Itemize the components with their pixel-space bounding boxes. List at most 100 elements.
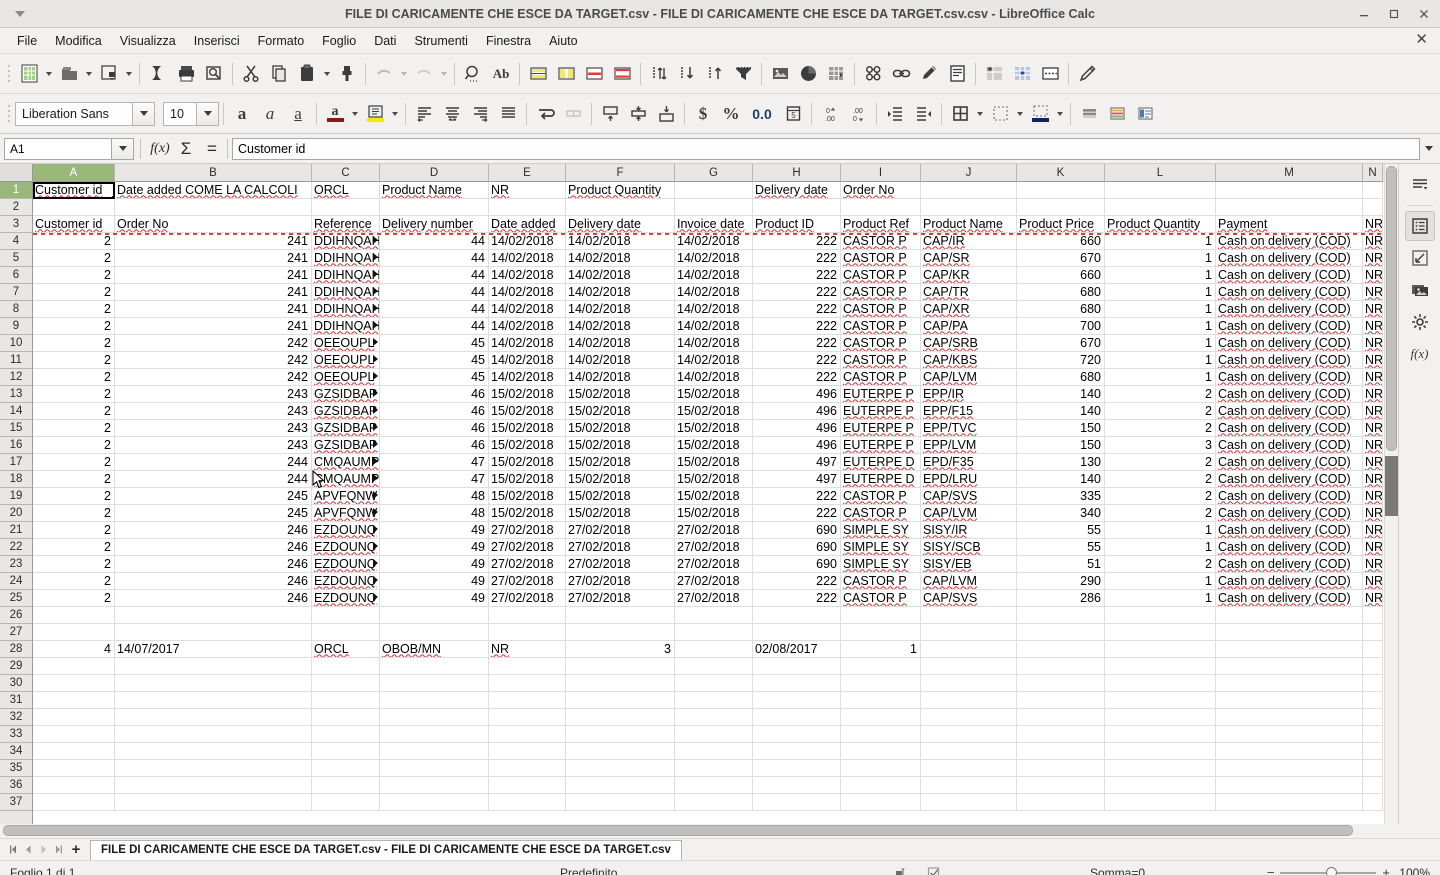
cell-J15[interactable]: EPP/TVC — [921, 420, 1017, 437]
horizontal-scrollbar-thumb[interactable] — [3, 825, 1353, 836]
cell-M32[interactable] — [1216, 709, 1363, 726]
cell-A15[interactable]: 2 — [33, 420, 115, 437]
cell-J10[interactable]: CAP/SRB — [921, 335, 1017, 352]
cell-A2[interactable] — [33, 199, 115, 216]
table-row[interactable] — [33, 624, 1384, 641]
cell-B26[interactable] — [115, 607, 312, 624]
cell-D9[interactable]: 44 — [380, 318, 489, 335]
cell-N23[interactable]: NR — [1363, 556, 1383, 573]
zoom-out-button[interactable]: − — [1267, 865, 1275, 875]
cell-A36[interactable] — [33, 777, 115, 794]
cell-M5[interactable]: Cash on delivery (COD) — [1216, 250, 1363, 267]
selection-mode-icon[interactable] — [893, 866, 909, 875]
cell-H26[interactable] — [753, 607, 841, 624]
cell-B8[interactable]: 241 — [115, 301, 312, 318]
cell-E14[interactable]: 15/02/2018 — [489, 403, 566, 420]
cell-H14[interactable]: 496 — [753, 403, 841, 420]
cell-I11[interactable]: CASTOR P — [841, 352, 921, 369]
cell-I19[interactable]: CASTOR P — [841, 488, 921, 505]
cell-N30[interactable] — [1363, 675, 1383, 692]
cell-A13[interactable]: 2 — [33, 386, 115, 403]
font-color-dropdown[interactable] — [349, 100, 361, 128]
column-header-k[interactable]: K — [1017, 164, 1105, 182]
cell-C34[interactable] — [312, 743, 380, 760]
cell-K22[interactable]: 55 — [1017, 539, 1105, 556]
cell-B27[interactable] — [115, 624, 312, 641]
cell-B32[interactable] — [115, 709, 312, 726]
cell-B34[interactable] — [115, 743, 312, 760]
cell-E15[interactable]: 15/02/2018 — [489, 420, 566, 437]
font-size-dropdown-arrow[interactable] — [197, 101, 219, 126]
cell-K34[interactable] — [1017, 743, 1105, 760]
cut-icon[interactable] — [237, 60, 265, 88]
cell-M20[interactable]: Cash on delivery (COD) — [1216, 505, 1363, 522]
cell-D1[interactable]: Product Name — [380, 182, 489, 199]
cell-G35[interactable] — [675, 760, 753, 777]
cell-E3[interactable]: Date added — [489, 216, 566, 233]
cell-H13[interactable]: 496 — [753, 386, 841, 403]
cell-G34[interactable] — [675, 743, 753, 760]
zoom-slider-knob[interactable] — [1325, 867, 1337, 875]
cell-E24[interactable]: 27/02/2018 — [489, 573, 566, 590]
border-style-dropdown[interactable] — [1014, 100, 1026, 128]
cell-L23[interactable]: 2 — [1105, 556, 1216, 573]
cell-J37[interactable] — [921, 794, 1017, 811]
open-file-icon[interactable] — [55, 60, 83, 88]
cell-L9[interactable]: 1 — [1105, 318, 1216, 335]
cell-M37[interactable] — [1216, 794, 1363, 811]
cell-G20[interactable]: 15/02/2018 — [675, 505, 753, 522]
cell-H27[interactable] — [753, 624, 841, 641]
cell-N20[interactable]: NR — [1363, 505, 1383, 522]
table-row[interactable]: 2 243 GZSIDBAP 46 15/02/2018 15/02/2018 15/02/… — [33, 437, 1384, 454]
cell-M34[interactable] — [1216, 743, 1363, 760]
center-vertically-icon[interactable] — [624, 100, 652, 128]
cell-E28[interactable]: NR — [489, 641, 566, 658]
row-header-37[interactable]: 37 — [0, 794, 32, 811]
cell-M2[interactable] — [1216, 199, 1363, 216]
cell-B30[interactable] — [115, 675, 312, 692]
cell-C37[interactable] — [312, 794, 380, 811]
cell-G19[interactable]: 15/02/2018 — [675, 488, 753, 505]
increase-indent-icon[interactable] — [881, 100, 909, 128]
cell-M14[interactable]: Cash on delivery (COD) — [1216, 403, 1363, 420]
cell-F20[interactable]: 15/02/2018 — [566, 505, 675, 522]
cell-D18[interactable]: 47 — [380, 471, 489, 488]
cell-I21[interactable]: SIMPLE SY — [841, 522, 921, 539]
cell-M36[interactable] — [1216, 777, 1363, 794]
sidebar-functions-icon[interactable]: f(x) — [1405, 339, 1435, 369]
cell-I30[interactable] — [841, 675, 921, 692]
cell-H12[interactable]: 222 — [753, 369, 841, 386]
cell-C32[interactable] — [312, 709, 380, 726]
cell-B13[interactable]: 243 — [115, 386, 312, 403]
cell-M22[interactable]: Cash on delivery (COD) — [1216, 539, 1363, 556]
cell-M28[interactable] — [1216, 641, 1363, 658]
cell-I6[interactable]: CASTOR P — [841, 267, 921, 284]
table-row[interactable] — [33, 692, 1384, 709]
cell-J5[interactable]: CAP/SR — [921, 250, 1017, 267]
cell-B24[interactable]: 246 — [115, 573, 312, 590]
cell-F12[interactable]: 14/02/2018 — [566, 369, 675, 386]
table-row[interactable] — [33, 760, 1384, 777]
cell-K4[interactable]: 660 — [1017, 233, 1105, 250]
cell-I31[interactable] — [841, 692, 921, 709]
cell-K19[interactable]: 335 — [1017, 488, 1105, 505]
row-header-35[interactable]: 35 — [0, 760, 32, 777]
table-row[interactable] — [33, 777, 1384, 794]
cell-K35[interactable] — [1017, 760, 1105, 777]
cell-N28[interactable] — [1363, 641, 1383, 658]
function-wizard-button[interactable]: f(x) — [147, 137, 173, 161]
insert-comment-icon[interactable] — [915, 60, 943, 88]
cell-H2[interactable] — [753, 199, 841, 216]
cell-H29[interactable] — [753, 658, 841, 675]
more-icon[interactable] — [1131, 100, 1159, 128]
cell-N35[interactable] — [1363, 760, 1383, 777]
cell-B20[interactable]: 245 — [115, 505, 312, 522]
table-row[interactable]: 2 243 GZSIDBAP 46 15/02/2018 15/02/2018 15/02/… — [33, 386, 1384, 403]
row-header-13[interactable]: 13 — [0, 386, 32, 403]
cell-N34[interactable] — [1363, 743, 1383, 760]
menu-item-finestra[interactable]: Finestra — [477, 31, 540, 51]
cell-L34[interactable] — [1105, 743, 1216, 760]
cell-F8[interactable]: 14/02/2018 — [566, 301, 675, 318]
add-decimal-place-icon[interactable]: 0.00 — [816, 100, 844, 128]
cell-K32[interactable] — [1017, 709, 1105, 726]
